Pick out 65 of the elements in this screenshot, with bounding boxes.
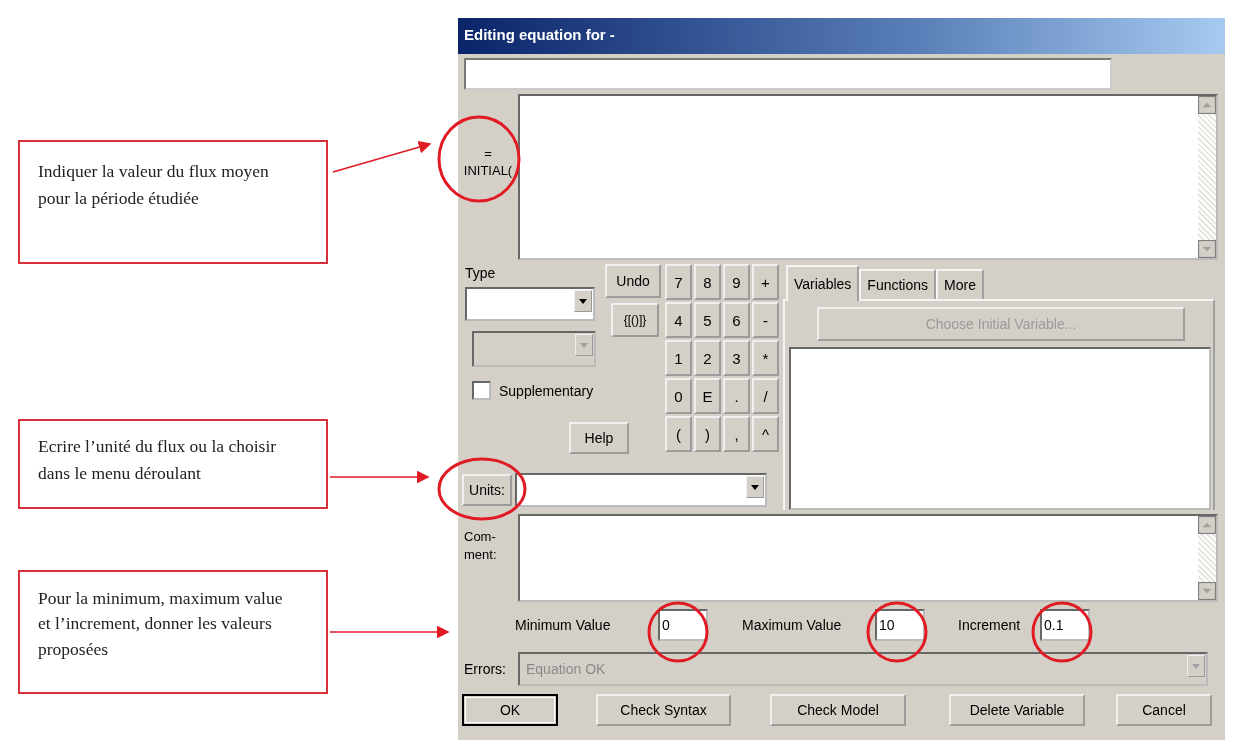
comment-field[interactable] <box>518 514 1218 602</box>
range-label: Minimum Value <box>515 617 612 633</box>
keypad-key[interactable]: . <box>723 378 750 414</box>
annotation-text: Indiquer la valeur du flux moyen pour la période étudiée <box>18 140 328 264</box>
keypad-key[interactable]: 3 <box>723 340 750 376</box>
dialog-button[interactable]: Check Syntax <box>596 694 731 726</box>
range-field[interactable]: 0 <box>658 609 708 641</box>
name-field[interactable] <box>464 58 1112 90</box>
dialog-button[interactable]: Cancel <box>1116 694 1212 726</box>
supplementary-label: Supplementary <box>499 382 594 399</box>
keypad-key[interactable]: 7 <box>665 264 692 300</box>
brackets-button[interactable]: {[()]} <box>611 303 659 337</box>
keypad-key[interactable]: + <box>752 264 779 300</box>
keypad-key[interactable]: 2 <box>694 340 721 376</box>
keypad-key[interactable]: 5 <box>694 302 721 338</box>
dialog-button[interactable]: OK <box>462 694 558 726</box>
range-label: Maximum Value <box>742 617 843 633</box>
undo-button[interactable]: Undo <box>605 264 661 298</box>
scroll-up-icon[interactable] <box>1198 516 1216 534</box>
subtype-dropdown[interactable] <box>472 331 596 367</box>
keypad-key[interactable]: ( <box>665 416 692 452</box>
keypad-key[interactable]: 6 <box>723 302 750 338</box>
comment-label: Com- <box>464 528 497 546</box>
highlight-circle <box>1031 601 1093 663</box>
keypad-key[interactable]: ^ <box>752 416 779 452</box>
equation-prefix: = <box>484 146 492 163</box>
annotation-text: Pour la minimum, maximum value et l’increment, donner les valeurs proposées <box>18 570 328 694</box>
comment-label: ment: <box>464 545 498 564</box>
range-field[interactable]: 10 <box>875 609 925 641</box>
tab[interactable]: Variables <box>786 265 860 301</box>
highlight-circle <box>866 601 928 663</box>
range-label: Increment <box>958 617 1022 633</box>
scroll-down-icon[interactable] <box>1198 240 1216 258</box>
scroll-up-icon[interactable] <box>1198 96 1216 114</box>
keypad-key[interactable]: 4 <box>665 302 692 338</box>
equation-field[interactable] <box>518 94 1218 260</box>
keypad-key[interactable]: * <box>752 340 779 376</box>
keypad-key[interactable]: , <box>723 416 750 452</box>
tab[interactable]: Functions <box>859 269 937 299</box>
dialog-button[interactable]: Check Model <box>770 694 906 726</box>
errors-label: Errors: <box>464 661 507 677</box>
keypad-key[interactable]: 1 <box>665 340 692 376</box>
keypad-key[interactable]: / <box>752 378 779 414</box>
window-title: Editing equation for - <box>458 18 1225 54</box>
highlight-circle <box>647 601 709 663</box>
scrollbar[interactable] <box>1198 96 1216 258</box>
keypad-key[interactable]: 8 <box>694 264 721 300</box>
equation-prefix: INITIAL( <box>463 163 513 180</box>
type-dropdown[interactable] <box>465 287 595 321</box>
scroll-down-icon[interactable] <box>1198 582 1216 600</box>
keypad-key[interactable]: - <box>752 302 779 338</box>
help-button[interactable]: Help <box>569 422 629 454</box>
range-field[interactable]: 0.1 <box>1040 609 1090 641</box>
tab[interactable]: More <box>936 269 984 299</box>
annotation-text: Ecrire l’unité du flux ou la choisir dans le menu déroulant <box>18 419 328 509</box>
keypad-key[interactable]: ) <box>694 416 721 452</box>
dialog-button[interactable]: Delete Variable <box>949 694 1085 726</box>
keypad-key[interactable]: 9 <box>723 264 750 300</box>
supplementary-checkbox[interactable] <box>472 381 491 400</box>
units-button[interactable]: Units: <box>462 474 512 506</box>
type-label: Type <box>465 265 497 283</box>
scrollbar[interactable] <box>1198 516 1216 600</box>
units-dropdown[interactable] <box>515 473 767 507</box>
keypad-key[interactable]: E <box>694 378 721 414</box>
keypad-key[interactable]: 0 <box>665 378 692 414</box>
